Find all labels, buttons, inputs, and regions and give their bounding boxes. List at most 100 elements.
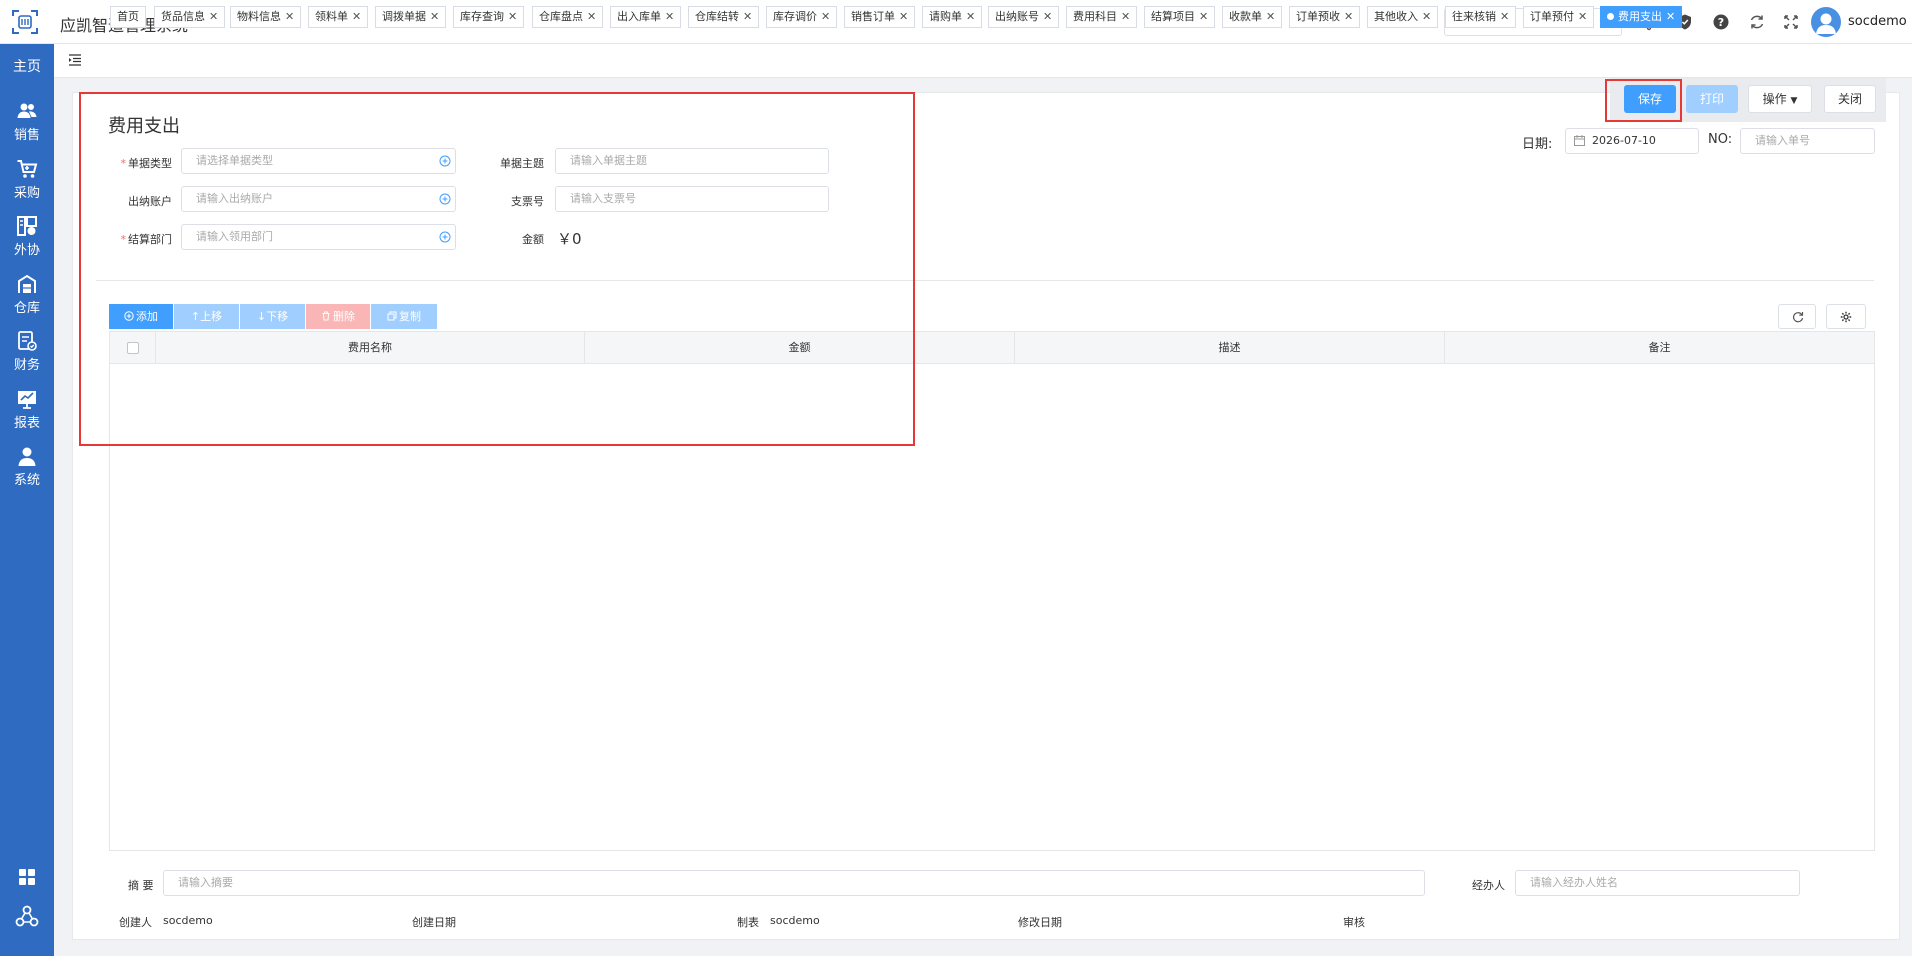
close-icon[interactable]: ✕: [743, 10, 752, 23]
tab-price-adjust[interactable]: 库存调价 ✕: [766, 6, 838, 28]
copy-row-button[interactable]: 复制: [371, 304, 437, 329]
close-icon[interactable]: ✕: [1578, 10, 1587, 23]
close-icon[interactable]: ✕: [1266, 10, 1275, 23]
handler-input[interactable]: 请输入经办人姓名: [1515, 870, 1800, 896]
close-icon[interactable]: ✕: [665, 10, 674, 23]
tab-transfer-doc[interactable]: 调拨单据 ✕: [375, 6, 447, 28]
tab-goods-info[interactable]: 货品信息 ✕: [154, 6, 226, 28]
tab-picking-list[interactable]: 领料单 ✕: [308, 6, 369, 28]
close-icon[interactable]: ✕: [508, 10, 517, 23]
menu-toggle-icon[interactable]: [68, 53, 82, 67]
doc-type-label-text: 单据类型: [128, 157, 172, 170]
dept-input[interactable]: 请输入领用部门: [181, 224, 456, 250]
tab-receipt[interactable]: 收款单 ✕: [1222, 6, 1283, 28]
doc-number-input[interactable]: 请输入单号: [1740, 128, 1875, 154]
column-header-description[interactable]: 描述: [1015, 332, 1445, 364]
select-all-checkbox[interactable]: [127, 342, 139, 354]
tab-material-info[interactable]: 物料信息 ✕: [230, 6, 302, 28]
help-icon[interactable]: ?: [1712, 13, 1730, 31]
sidebar-home[interactable]: 主页: [0, 56, 54, 76]
close-icon[interactable]: ✕: [430, 10, 439, 23]
grid-refresh-button[interactable]: [1778, 304, 1816, 329]
check-input[interactable]: 请输入支票号: [555, 186, 829, 212]
close-icon[interactable]: ✕: [352, 10, 361, 23]
tab-cashier-account[interactable]: 出纳账号 ✕: [988, 6, 1060, 28]
summary-input[interactable]: 请输入摘要: [163, 870, 1425, 896]
close-icon[interactable]: ✕: [899, 10, 908, 23]
section-divider: [96, 280, 1874, 281]
tab-order-prereceipt[interactable]: 订单预收 ✕: [1289, 6, 1361, 28]
date-picker[interactable]: 2026-07-10: [1565, 128, 1699, 154]
sidebar-item-purchase[interactable]: 采购: [0, 158, 54, 210]
date-label: 日期:: [1522, 137, 1553, 152]
close-icon[interactable]: ✕: [1121, 10, 1130, 23]
tab-other-income[interactable]: 其他收入 ✕: [1367, 6, 1439, 28]
tab-label: 销售订单: [851, 10, 895, 23]
close-icon[interactable]: ✕: [1422, 10, 1431, 23]
chart-icon: [18, 391, 36, 409]
tab-label: 收款单: [1229, 10, 1262, 23]
doc-type-select[interactable]: 请选择单据类型: [181, 148, 456, 174]
tab-order-prepay[interactable]: 订单预付 ✕: [1523, 6, 1595, 28]
tab-settlement-item[interactable]: 结算项目 ✕: [1144, 6, 1216, 28]
add-row-button[interactable]: 添加: [109, 304, 173, 329]
sidebar-item-finance[interactable]: 财务: [0, 330, 54, 382]
close-icon[interactable]: ✕: [1500, 10, 1509, 23]
tab-purchase-request[interactable]: 请购单 ✕: [922, 6, 983, 28]
amount-value: ￥0: [557, 230, 582, 248]
print-button[interactable]: 打印: [1686, 85, 1738, 113]
plus-circle-icon[interactable]: [439, 231, 451, 243]
column-header-amount[interactable]: 金额: [585, 332, 1015, 364]
tab-expense-subject[interactable]: 费用科目 ✕: [1066, 6, 1138, 28]
tab-label: 库存调价: [773, 10, 817, 23]
fullscreen-icon[interactable]: [1782, 13, 1800, 31]
close-icon[interactable]: ✕: [821, 10, 830, 23]
sidebar-item-warehouse[interactable]: 仓库: [0, 273, 54, 325]
close-icon[interactable]: ✕: [587, 10, 596, 23]
avatar[interactable]: [1811, 7, 1841, 37]
tab-stock-query[interactable]: 库存查询 ✕: [453, 6, 525, 28]
apps-grid-icon[interactable]: [18, 868, 36, 886]
move-down-button[interactable]: ↓下移: [240, 304, 305, 329]
tab-stocktake[interactable]: 仓库盘点 ✕: [532, 6, 604, 28]
operate-dropdown[interactable]: 操作 ▼: [1748, 85, 1812, 113]
subject-input[interactable]: 请输入单据主题: [555, 148, 829, 174]
tab-sales-order[interactable]: 销售订单 ✕: [844, 6, 916, 28]
sidebar-item-sales[interactable]: 销售: [0, 100, 54, 152]
close-icon[interactable]: ✕: [209, 10, 218, 23]
tab-warehouse-carryover[interactable]: 仓库结转 ✕: [688, 6, 760, 28]
trash-icon: [322, 311, 330, 321]
tab-in-out-doc[interactable]: 出入库单 ✕: [610, 6, 682, 28]
refresh-icon[interactable]: [1748, 13, 1766, 31]
grid-settings-button[interactable]: [1826, 304, 1866, 329]
account-input[interactable]: 请输入出纳账户: [181, 186, 456, 212]
close-icon[interactable]: ✕: [1043, 10, 1052, 23]
sidebar-item-reports[interactable]: 报表: [0, 388, 54, 440]
tab-home[interactable]: 首页: [110, 6, 146, 28]
delete-row-button[interactable]: 删除: [306, 304, 370, 329]
close-icon[interactable]: ✕: [1666, 10, 1675, 23]
move-up-button[interactable]: ↑上移: [174, 304, 239, 329]
network-icon[interactable]: [15, 904, 39, 928]
username[interactable]: socdemo: [1848, 14, 1907, 29]
sidebar-item-outsource[interactable]: 外协: [0, 215, 54, 267]
sidebar-item-system[interactable]: 系统: [0, 445, 54, 497]
handler-label: 经办人: [1472, 879, 1505, 892]
close-button[interactable]: 关闭: [1824, 85, 1876, 113]
plus-circle-icon[interactable]: [439, 193, 451, 205]
column-header-expense-name[interactable]: 费用名称: [156, 332, 585, 364]
column-header-remark[interactable]: 备注: [1445, 332, 1874, 364]
down-label: 下移: [266, 310, 289, 323]
close-icon[interactable]: ✕: [1199, 10, 1208, 23]
close-icon[interactable]: ✕: [1344, 10, 1353, 23]
plus-circle-icon[interactable]: [439, 155, 451, 167]
users-icon: [17, 103, 37, 118]
tab-expense-payment[interactable]: 费用支出 ✕: [1600, 6, 1683, 28]
check-label: 支票号: [511, 195, 544, 208]
close-icon[interactable]: ✕: [285, 10, 294, 23]
close-icon[interactable]: ✕: [966, 10, 975, 23]
sidebar-item-label: 报表: [13, 416, 40, 431]
tab-writeoff[interactable]: 往来核销 ✕: [1445, 6, 1517, 28]
save-button[interactable]: 保存: [1624, 85, 1676, 113]
up-label: 上移: [200, 310, 223, 323]
